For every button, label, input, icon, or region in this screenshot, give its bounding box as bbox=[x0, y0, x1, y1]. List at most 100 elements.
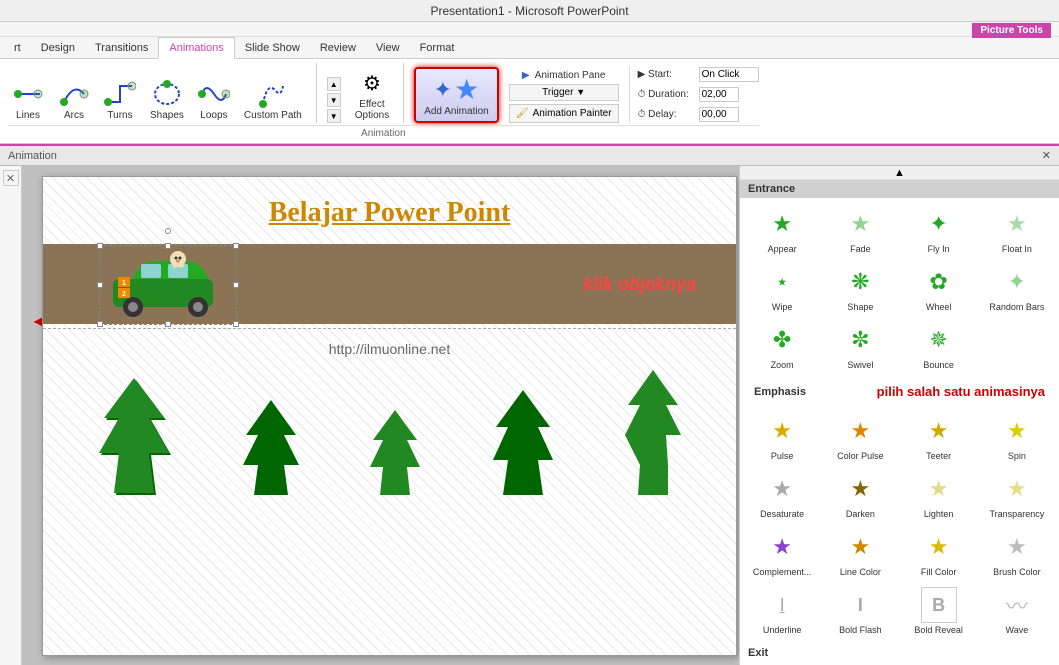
emphasis-grid: ★ Pulse ★ Color Pulse ★ Teeter ★ Spin ★ … bbox=[740, 405, 1059, 643]
panel-label-bar: Animation ✕ bbox=[0, 146, 1059, 166]
handle-br bbox=[233, 321, 239, 327]
emphasis-label: Emphasis bbox=[746, 382, 814, 402]
fade-icon: ★ bbox=[842, 206, 878, 242]
anim-scroll-down[interactable]: ▼ bbox=[327, 93, 341, 107]
zoom-icon: ✤ bbox=[764, 322, 800, 358]
tab-design[interactable]: Design bbox=[31, 38, 85, 58]
panel-toggle[interactable]: ✕ bbox=[3, 170, 19, 186]
instruction-text: pilih salah satu animasinya bbox=[869, 380, 1053, 403]
wipe-icon: ⋆ bbox=[764, 264, 800, 300]
anim-zoom[interactable]: ✤ Zoom bbox=[744, 318, 820, 374]
slide-inner: Belajar Power Point bbox=[43, 177, 736, 655]
anim-appear[interactable]: ★ Appear bbox=[744, 202, 820, 258]
anim-line-color[interactable]: ★ Line Color bbox=[822, 525, 898, 581]
anim-transparency[interactable]: ★ Transparency bbox=[979, 467, 1055, 523]
turns-label: Turns bbox=[107, 110, 132, 121]
complement-label: Complement... bbox=[753, 567, 812, 577]
shape-label: Shape bbox=[847, 302, 873, 312]
tab-review[interactable]: Review bbox=[310, 38, 366, 58]
car-object[interactable]: 1 2 bbox=[103, 249, 233, 322]
anim-desaturate[interactable]: ★ Desaturate bbox=[744, 467, 820, 523]
slide-banner: 1 2 bbox=[43, 244, 736, 324]
fly-in-label: Fly In bbox=[928, 244, 950, 254]
float-in-label: Float In bbox=[1002, 244, 1032, 254]
ribbon-item-loops[interactable]: Loops bbox=[194, 76, 234, 123]
tab-picture-tools[interactable]: Picture Tools bbox=[972, 23, 1051, 38]
anim-fill-color[interactable]: ★ Fill Color bbox=[901, 525, 977, 581]
custom-path-label: Custom Path bbox=[244, 110, 302, 121]
add-animation-button[interactable]: ✦ ★ Add Animation bbox=[414, 67, 499, 123]
ribbon-item-lines[interactable]: Lines bbox=[8, 76, 48, 123]
wave-label: Wave bbox=[1006, 625, 1029, 635]
handle-bc bbox=[165, 321, 171, 327]
entrance-grid: ★ Appear ★ Fade ✦ Fly In ★ Float In ⋆ Wi… bbox=[740, 198, 1059, 378]
anim-scroll-more[interactable]: ▼ bbox=[327, 109, 341, 123]
anim-scroll-up[interactable]: ▲ bbox=[327, 77, 341, 91]
tree-1 bbox=[96, 375, 176, 495]
tab-transitions[interactable]: Transitions bbox=[85, 38, 158, 58]
animation-group-label: Animation bbox=[8, 125, 759, 139]
animation-painter-button[interactable]: 🖌 Animation Painter bbox=[509, 104, 619, 123]
bold-flash-icon: I bbox=[842, 587, 878, 623]
trigger-button[interactable]: Trigger ▼ bbox=[509, 84, 619, 101]
ribbon-item-custom-path[interactable]: Custom Path bbox=[240, 76, 306, 123]
anim-wheel[interactable]: ✿ Wheel bbox=[901, 260, 977, 316]
anim-color-pulse[interactable]: ★ Color Pulse bbox=[822, 409, 898, 465]
start-value-field[interactable] bbox=[699, 67, 759, 82]
emphasis-header: Emphasis pilih salah satu animasinya bbox=[740, 378, 1059, 405]
anim-teeter[interactable]: ★ Teeter bbox=[901, 409, 977, 465]
anim-wave[interactable]: 〰 Wave bbox=[979, 583, 1055, 639]
anim-fade[interactable]: ★ Fade bbox=[822, 202, 898, 258]
title-bar: Presentation1 - Microsoft PowerPoint bbox=[0, 0, 1059, 22]
ribbon-item-turns[interactable]: Turns bbox=[100, 76, 140, 123]
anim-random-bars[interactable]: ✦ Random Bars bbox=[979, 260, 1055, 316]
anim-underline[interactable]: I Underline bbox=[744, 583, 820, 639]
tab-slideshow[interactable]: Slide Show bbox=[235, 38, 310, 58]
animation-panel-label: Animation bbox=[8, 150, 57, 162]
anim-bold-reveal[interactable]: B Bold Reveal bbox=[901, 583, 977, 639]
anim-pulse[interactable]: ★ Pulse bbox=[744, 409, 820, 465]
anim-darken[interactable]: ★ Darken bbox=[822, 467, 898, 523]
anim-shape[interactable]: ❋ Shape bbox=[822, 260, 898, 316]
bounce-label: Bounce bbox=[923, 360, 954, 370]
slide-title-area: Belajar Power Point bbox=[43, 177, 736, 239]
slide-url: http://ilmuonline.net bbox=[43, 333, 736, 365]
wipe-label: Wipe bbox=[772, 302, 793, 312]
bold-reveal-icon: B bbox=[921, 587, 957, 623]
anim-complement[interactable]: ★ Complement... bbox=[744, 525, 820, 581]
random-bars-label: Random Bars bbox=[989, 302, 1044, 312]
panel-scroll-up[interactable]: ▲ bbox=[740, 166, 1059, 180]
panel-close-x[interactable]: ✕ bbox=[1042, 149, 1051, 162]
anim-brush-color[interactable]: ★ Brush Color bbox=[979, 525, 1055, 581]
ribbon-item-shapes[interactable]: Shapes bbox=[146, 76, 188, 123]
shapes-label: Shapes bbox=[150, 110, 184, 121]
handle-tr bbox=[233, 243, 239, 249]
delay-field[interactable] bbox=[699, 107, 739, 122]
ribbon-item-effect-options[interactable]: ⚙ EffectOptions bbox=[351, 65, 393, 123]
lines-label: Lines bbox=[16, 110, 40, 121]
anim-float-in[interactable]: ★ Float In bbox=[979, 202, 1055, 258]
svg-text:2: 2 bbox=[122, 291, 126, 298]
duration-field[interactable] bbox=[699, 87, 739, 102]
tab-view[interactable]: View bbox=[366, 38, 410, 58]
animation-pane-button[interactable]: ▶ Animation Pane bbox=[509, 70, 619, 81]
ribbon-item-arcs[interactable]: Arcs bbox=[54, 76, 94, 123]
anim-spin[interactable]: ★ Spin bbox=[979, 409, 1055, 465]
anim-swivel[interactable]: ✼ Swivel bbox=[822, 318, 898, 374]
tree-2 bbox=[241, 395, 301, 495]
fade-label: Fade bbox=[850, 244, 871, 254]
anim-fly-in[interactable]: ✦ Fly In bbox=[901, 202, 977, 258]
tab-rt[interactable]: rt bbox=[4, 38, 31, 58]
anim-bold-flash[interactable]: I Bold Flash bbox=[822, 583, 898, 639]
fill-color-icon: ★ bbox=[921, 529, 957, 565]
tab-animations[interactable]: Animations bbox=[158, 37, 234, 59]
tab-format[interactable]: Format bbox=[410, 38, 465, 58]
swivel-label: Swivel bbox=[847, 360, 873, 370]
line-color-icon: ★ bbox=[842, 529, 878, 565]
anim-bounce[interactable]: ✵ Bounce bbox=[901, 318, 977, 374]
timing-duration-row: ⏱ Duration: bbox=[638, 86, 759, 103]
swivel-icon: ✼ bbox=[842, 322, 878, 358]
color-pulse-label: Color Pulse bbox=[837, 451, 884, 461]
anim-lighten[interactable]: ★ Lighten bbox=[901, 467, 977, 523]
anim-wipe[interactable]: ⋆ Wipe bbox=[744, 260, 820, 316]
